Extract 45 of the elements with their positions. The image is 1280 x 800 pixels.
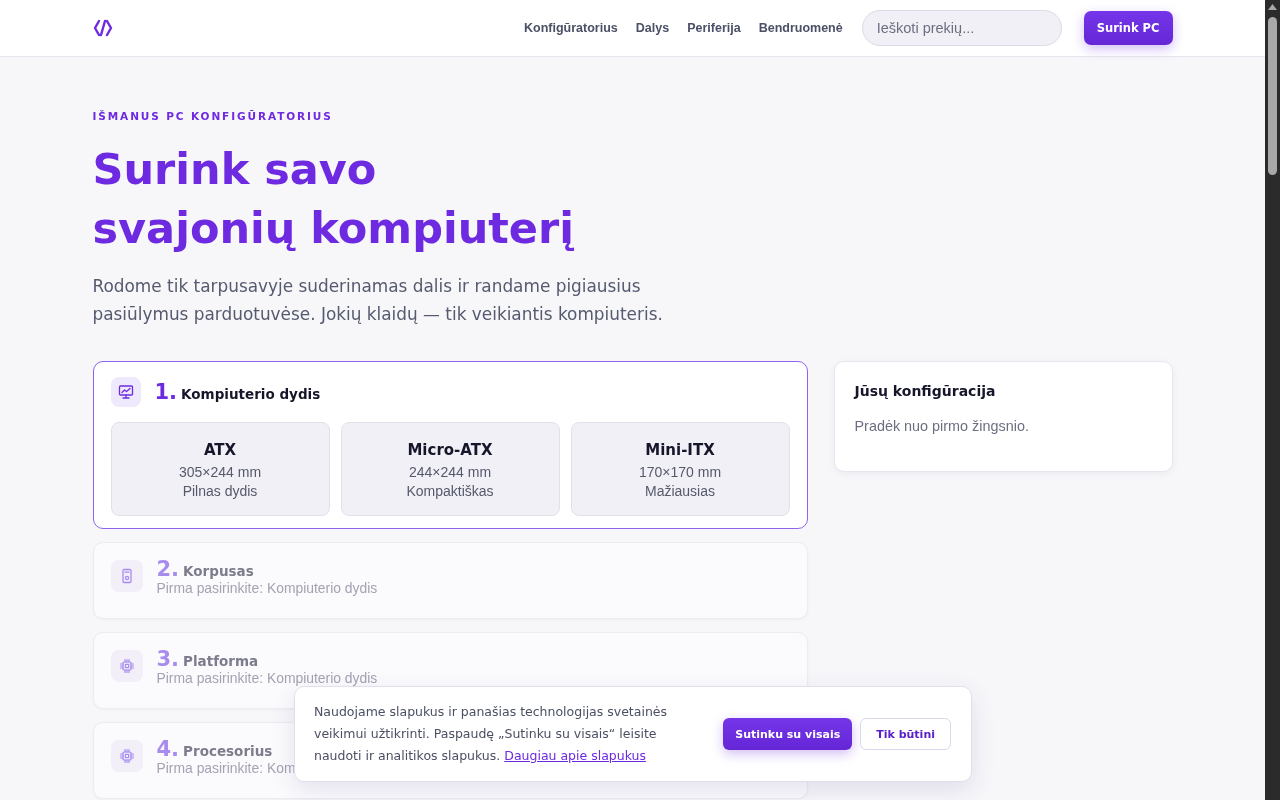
option-dimensions: 244×244 mm — [408, 463, 492, 482]
scrollbar[interactable] — [1265, 0, 1280, 800]
size-option[interactable]: Micro-ATX 244×244 mm Kompaktiškas — [340, 422, 560, 516]
step-number: 1. — [154, 380, 178, 404]
hero-kicker: IŠMANUS PC KONFIGŪRATORIUS — [92, 109, 333, 123]
step-title: Platforma — [183, 653, 259, 669]
pc-case-icon — [110, 560, 143, 592]
monitor-chart-icon — [110, 377, 141, 407]
hero-title: Surink savo svajonių kompiuterį — [92, 143, 574, 255]
necessary-only-button[interactable]: Tik būtini — [860, 718, 951, 750]
accept-all-button[interactable]: Sutinku su visais — [723, 718, 853, 750]
summary-title: Jūsų konfigūracija — [854, 382, 996, 401]
step-hint: Pirma pasirinkite: Kompiuterio dydis — [156, 671, 378, 685]
option-description: Kompaktiškas — [406, 482, 494, 501]
summary-text: Pradėk nuo pirmo žingsnio. — [854, 417, 1029, 435]
hero-description: Rodome tik tarpusavyje suderinamas dalis ir randame pigiausius pasiūlymus parduotuvėse. Jokių klaidų — tik veikiantis kompiuteris. — [92, 275, 664, 326]
option-dimensions: 170×170 mm — [638, 463, 722, 482]
search-field[interactable]: Ieškoti prekių... — [861, 10, 1062, 46]
size-option[interactable]: ATX 305×244 mm Pilnas dydis — [110, 422, 330, 516]
scroll-up-icon[interactable] — [1268, 4, 1277, 10]
step-title: Kompiuterio dydis — [181, 386, 321, 402]
step-title: Korpusas — [183, 563, 254, 579]
size-option[interactable]: Mini-ITX 170×170 mm Mažiausias — [570, 422, 790, 516]
step-title: Procesorius — [183, 743, 273, 759]
option-name: ATX — [203, 440, 237, 460]
option-dimensions: 305×244 mm — [178, 463, 262, 482]
nav-link[interactable]: Periferija — [687, 21, 741, 35]
code-brackets-logo-icon[interactable] — [92, 19, 113, 37]
option-name: Micro-ATX — [407, 440, 493, 460]
option-name: Mini-ITX — [645, 440, 715, 460]
chip-icon — [110, 650, 143, 682]
step-number: 4. — [156, 737, 180, 761]
nav-link[interactable]: Konfigūratorius — [524, 21, 618, 35]
nav-link[interactable]: Dalys — [635, 21, 670, 35]
chip-icon — [110, 740, 143, 772]
cookie-policy-link[interactable]: Daugiau apie slapukus — [504, 748, 646, 763]
option-description: Mažiausias — [645, 482, 715, 501]
step-hint: Pirma pasirinkite: Kompiuterio dydis — [156, 581, 378, 595]
step-number: 2. — [156, 557, 180, 581]
scrollbar-thumb[interactable] — [1268, 17, 1277, 175]
step-number: 3. — [156, 647, 180, 671]
nav-link[interactable]: Bendruomenė — [758, 21, 843, 35]
build-pc-button[interactable]: Surink PC — [1083, 11, 1173, 45]
option-description: Pilnas dydis — [182, 482, 258, 501]
cookie-text: Naudojame slapukus ir panašias technologijas svetainės veikimui užtikrinti. Paspaudę „Sutinku su visais“ leisite naudoti ir analitikos slapukus. Daugiau apie slapukus — [314, 703, 668, 765]
